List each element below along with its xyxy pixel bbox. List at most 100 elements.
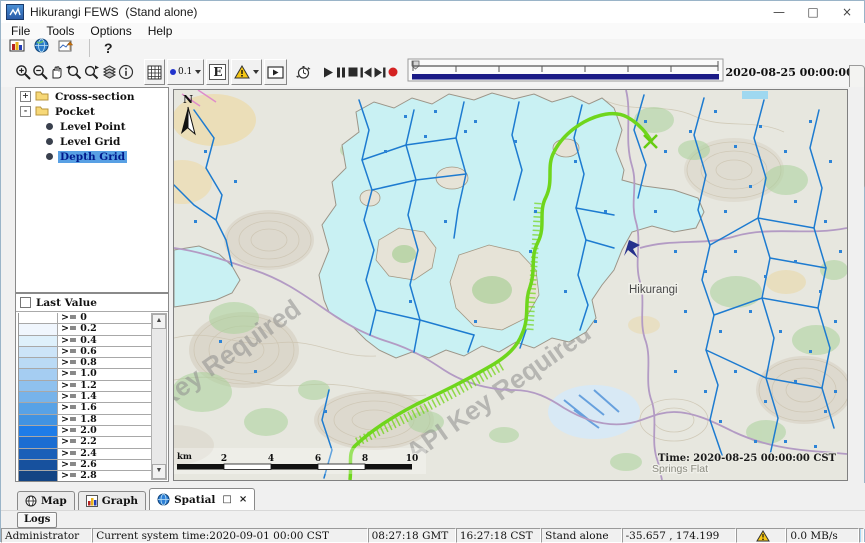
node-bullet-icon — [46, 153, 53, 160]
help-button[interactable]: ? — [104, 40, 113, 56]
tree-item-label-selected: Depth Grid — [58, 151, 127, 163]
legend-label: >= 1.4 — [58, 392, 152, 402]
maximize-button[interactable]: □ — [796, 1, 830, 23]
status-warning-cell[interactable] — [736, 528, 786, 543]
folder-open-icon — [35, 105, 49, 119]
legend-e-icon: E — [209, 64, 226, 80]
status-memory: 2.5 GB — [859, 528, 864, 543]
svg-text:4: 4 — [268, 454, 274, 464]
tree-item-level-point[interactable]: Level Point — [16, 120, 168, 133]
logs-row: Logs — [1, 510, 865, 529]
svg-text:km: km — [177, 452, 192, 462]
skip-to-start-button[interactable] — [359, 61, 373, 83]
main-area: + Cross-section - Pocket Level Point Lev… — [1, 87, 864, 483]
folder-icon — [35, 90, 49, 104]
info-button[interactable] — [118, 60, 134, 84]
legend-label: >= 0 — [58, 313, 152, 323]
threshold-dot-icon — [170, 69, 176, 75]
legend-label: >= 1.0 — [58, 369, 152, 379]
tab-close-icon[interactable]: × — [239, 494, 247, 505]
pause-button[interactable] — [335, 61, 347, 83]
toolbar-separator — [89, 39, 90, 57]
status-gmt-time: 08:27:18 GMT — [368, 528, 456, 543]
legend-swatch — [19, 415, 58, 425]
play-button[interactable] — [322, 61, 335, 83]
legend-label: >= 0.6 — [58, 347, 152, 357]
node-bullet-icon — [46, 123, 53, 130]
tab-spatial[interactable]: Spatial □ × — [149, 488, 255, 510]
minimize-button[interactable]: — — [762, 1, 796, 23]
animation-window-button[interactable] — [264, 59, 287, 85]
collapse-icon[interactable]: - — [20, 106, 31, 117]
timeseries-chart-icon[interactable] — [58, 38, 75, 59]
menu-bar: File Tools Options Help — [1, 23, 865, 40]
expand-icon[interactable]: + — [20, 91, 31, 102]
tree-item-pocket[interactable]: - Pocket — [16, 105, 168, 118]
pan-hand-icon[interactable] — [49, 60, 65, 84]
warning-icon — [234, 65, 250, 79]
svg-text:6: 6 — [315, 454, 321, 464]
legend-label: >= 0.4 — [58, 336, 152, 346]
legend-label: >= 2.0 — [58, 426, 152, 436]
legend-swatch — [19, 460, 58, 470]
map-time-label: Time: 2020-08-25 00:00:00 CST — [658, 453, 837, 464]
tab-map[interactable]: Map — [17, 491, 75, 510]
app-logo-icon — [6, 4, 24, 20]
legend-swatch — [19, 471, 58, 481]
legend-label: >= 1.6 — [58, 403, 152, 413]
warning-dropdown-button[interactable] — [231, 59, 262, 85]
place-label: Springs Flat — [652, 463, 708, 475]
close-button[interactable]: × — [830, 1, 864, 23]
threshold-value: 0.1 — [178, 67, 192, 77]
timer-settings-icon[interactable] — [295, 60, 312, 84]
zoom-out-button[interactable] — [32, 60, 49, 84]
menu-options[interactable]: Options — [90, 24, 131, 38]
time-slider[interactable] — [407, 57, 725, 88]
tree-item-label: Pocket — [53, 106, 97, 118]
main-toolbar: 0.1 E — [1, 57, 865, 88]
top-toolbar: ? — [1, 39, 865, 57]
contour-threshold-dropdown[interactable]: 0.1 — [167, 59, 204, 85]
legend-title: Last Value — [36, 297, 97, 309]
legend-toggle-button[interactable]: E — [206, 59, 229, 85]
tree-item-level-grid[interactable]: Level Grid — [16, 135, 168, 148]
legend-scrollbar[interactable]: ▲ ▼ — [151, 313, 167, 480]
menu-help[interactable]: Help — [148, 24, 173, 38]
status-coordinates: -35.657 , 174.199 — [622, 528, 737, 543]
legend-label: >= 2.2 — [58, 437, 152, 447]
grid-display-button[interactable] — [144, 59, 165, 85]
scroll-up-icon[interactable]: ▲ — [152, 314, 166, 329]
zoom-previous-button[interactable] — [65, 60, 83, 84]
tree-item-depth-grid[interactable]: Depth Grid — [16, 150, 168, 163]
tab-maximize-icon[interactable]: □ — [222, 494, 231, 505]
stop-button[interactable] — [347, 61, 359, 83]
chevron-down-icon — [253, 70, 259, 74]
status-system-time: Current system time:2020-09-01 00:00 CST — [92, 528, 367, 543]
menu-file[interactable]: File — [11, 24, 30, 38]
logs-button[interactable]: Logs — [17, 512, 57, 528]
last-value-checkbox[interactable] — [20, 297, 31, 308]
legend-swatch — [19, 313, 58, 323]
legend-swatch — [19, 426, 58, 436]
layers-icon[interactable] — [101, 60, 118, 84]
scale-bar: km 2 4 6 8 10 — [174, 448, 426, 474]
spatial-map[interactable]: API Key Required API Key Required — [173, 89, 848, 481]
legend-swatch — [19, 324, 58, 334]
scroll-down-icon[interactable]: ▼ — [152, 464, 166, 479]
zoom-in-button[interactable] — [15, 60, 32, 84]
svg-text:2: 2 — [221, 454, 227, 464]
legend-label: >= 1.8 — [58, 415, 152, 425]
svg-text:8: 8 — [362, 454, 368, 464]
spatial-globe-icon — [157, 493, 170, 506]
tree-item-cross-section[interactable]: + Cross-section — [16, 90, 168, 103]
menu-tools[interactable]: Tools — [46, 24, 74, 38]
tab-graph[interactable]: Graph — [78, 491, 146, 510]
status-user: Administrator — [1, 528, 92, 543]
legend-swatch — [19, 437, 58, 447]
map-display-globe-icon[interactable] — [34, 38, 49, 58]
status-bar: Administrator Current system time:2020-0… — [1, 528, 864, 543]
explorer-icon[interactable] — [9, 38, 25, 58]
record-button[interactable] — [387, 61, 399, 83]
skip-to-end-button[interactable] — [373, 61, 387, 83]
zoom-next-button[interactable] — [83, 60, 101, 84]
